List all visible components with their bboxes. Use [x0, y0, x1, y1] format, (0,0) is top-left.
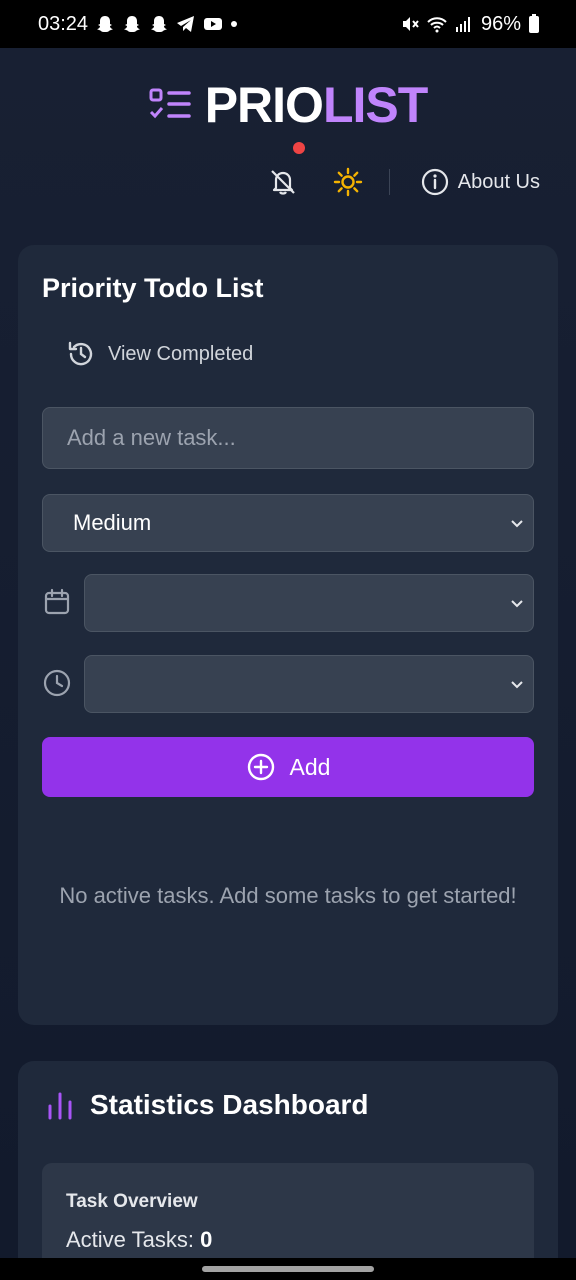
clock-icon — [43, 669, 71, 697]
time-select[interactable] — [84, 655, 534, 713]
priority-selected-value: Medium — [73, 510, 152, 535]
bar-chart-icon — [48, 1092, 72, 1120]
view-completed-button[interactable]: View Completed — [66, 339, 253, 369]
status-bar-right: 96% — [400, 13, 540, 36]
add-task-button[interactable]: Add — [42, 737, 534, 797]
statistics-card: Statistics Dashboard Task Overview Activ… — [18, 1061, 558, 1258]
header-toolbar: About Us — [267, 142, 540, 198]
telegram-icon — [177, 16, 195, 32]
system-nav-bar — [0, 1258, 576, 1280]
logo-text-prio: PRIO — [204, 77, 324, 133]
active-tasks-row: Active Tasks: 0 — [66, 1227, 212, 1253]
date-select[interactable] — [84, 574, 534, 632]
signal-icon — [455, 17, 470, 32]
snapchat-icon — [124, 16, 141, 32]
task-overview-panel: Task Overview Active Tasks: 0 — [42, 1163, 534, 1258]
view-completed-label: View Completed — [108, 342, 254, 365]
calendar-icon — [44, 588, 70, 615]
snapchat-icon — [151, 16, 168, 32]
theme-toggle-button[interactable] — [333, 167, 363, 197]
app-name: PRIOLIST — [204, 76, 429, 134]
checklist-icon — [149, 88, 191, 119]
toolbar-divider — [388, 169, 390, 195]
todo-card: Priority Todo List View Completed Add a … — [18, 245, 558, 1025]
active-tasks-label: Active Tasks: — [66, 1227, 194, 1252]
priority-select[interactable]: Medium — [42, 494, 534, 552]
mute-icon — [402, 17, 419, 31]
youtube-icon — [204, 18, 223, 30]
chevron-down-icon — [511, 520, 523, 528]
notifications-button[interactable] — [267, 142, 305, 198]
history-icon — [68, 341, 93, 366]
status-bar-left: 03:24 — [38, 13, 238, 36]
clock: 03:24 — [38, 12, 89, 35]
about-us-label: About Us — [457, 170, 540, 193]
task-overview-title: Task Overview — [66, 1191, 198, 1212]
status-bar: 03:24 96% — [0, 0, 576, 48]
add-button-label: Add — [289, 753, 331, 780]
task-input-placeholder: Add a new task... — [67, 425, 236, 450]
bell-off-icon — [270, 170, 295, 195]
about-us-button[interactable]: About Us — [420, 167, 540, 197]
task-input[interactable]: Add a new task... — [42, 407, 534, 469]
active-tasks-value: 0 — [200, 1227, 213, 1252]
notification-dot — [292, 142, 305, 154]
chevron-down-icon — [511, 600, 523, 608]
statistics-title: Statistics Dashboard — [90, 1089, 369, 1120]
dot-icon — [231, 21, 238, 27]
home-gesture-handle[interactable] — [202, 1266, 374, 1272]
app-logo: PRIOLIST — [0, 76, 576, 134]
todo-card-title: Priority Todo List — [42, 273, 264, 303]
chevron-down-icon — [511, 681, 523, 689]
snapchat-icon — [97, 16, 114, 32]
plus-circle-icon — [247, 753, 274, 781]
app-screen: PRIOLIST About Us Priority Todo List Vie… — [0, 48, 576, 1258]
wifi-icon — [427, 17, 447, 33]
info-icon — [421, 168, 448, 196]
battery-percent: 96% — [480, 12, 521, 35]
sun-icon — [333, 167, 362, 197]
battery-icon — [529, 14, 539, 33]
statistics-header: Statistics Dashboard — [46, 1089, 369, 1121]
logo-text-list: LIST — [322, 77, 428, 133]
empty-state-message: No active tasks. Add some tasks to get s… — [59, 883, 517, 908]
